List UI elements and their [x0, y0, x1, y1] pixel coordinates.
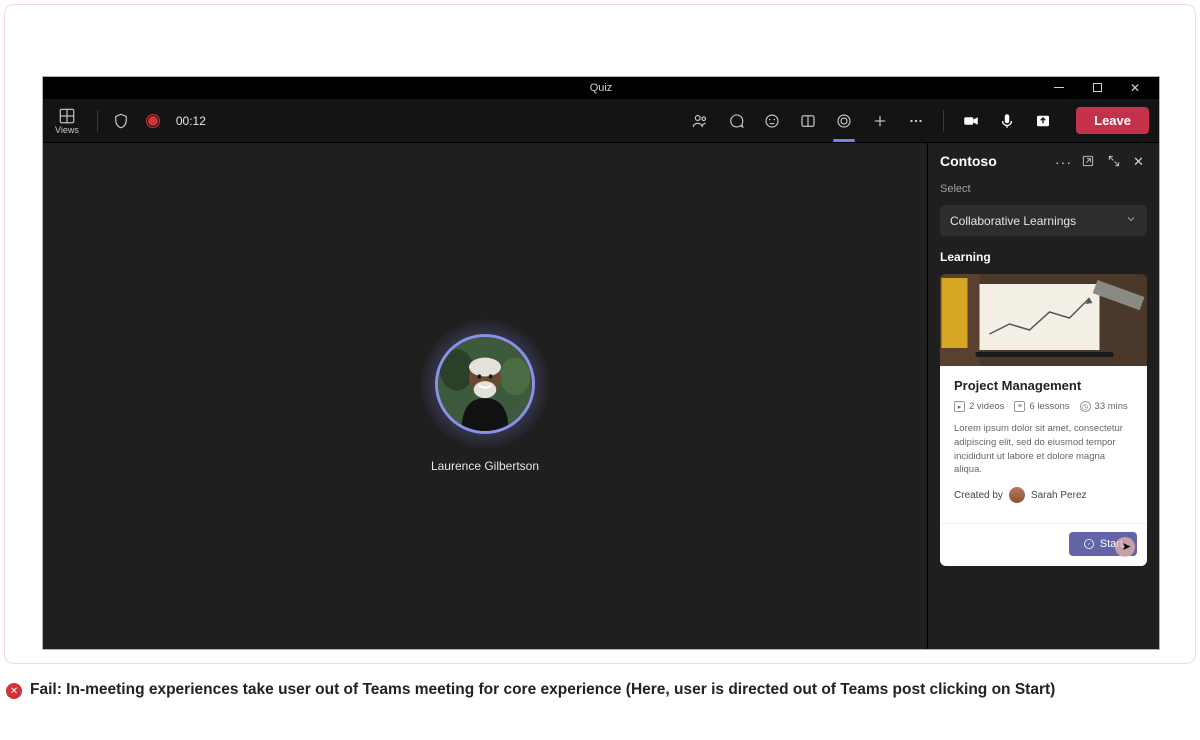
meeting-toolbar: Views 00:12	[43, 99, 1159, 143]
maximize-icon[interactable]	[1083, 81, 1111, 95]
card-description: Lorem ipsum dolor sit amet, consectetur …	[954, 422, 1133, 477]
main-area: Laurence Gilbertson Contoso ··· ✕ Select	[43, 143, 1159, 649]
creator-row: Created by Sarah Perez	[954, 487, 1133, 513]
panel-more-icon[interactable]: ···	[1055, 154, 1069, 168]
avatar	[435, 334, 535, 434]
clock-icon: ◷	[1080, 401, 1091, 412]
lessons-meta: 6 lessons	[1029, 401, 1069, 412]
chevron-down-icon	[1125, 213, 1137, 228]
select-label: Select	[940, 183, 1147, 195]
more-icon[interactable]	[907, 112, 925, 130]
card-footer: Start ➤	[940, 523, 1147, 566]
side-panel: Contoso ··· ✕ Select Collaborative Learn…	[927, 143, 1159, 649]
record-icon[interactable]	[144, 112, 162, 130]
compass-icon	[1083, 538, 1095, 550]
section-title: Learning	[940, 250, 1147, 264]
meeting-timer: 00:12	[176, 114, 206, 128]
divider	[943, 110, 944, 132]
panel-title: Contoso	[940, 153, 997, 169]
popout-icon[interactable]	[1081, 154, 1095, 168]
shield-icon[interactable]	[112, 112, 130, 130]
avatar-glow	[420, 319, 550, 449]
camera-icon[interactable]	[962, 112, 980, 130]
expand-icon[interactable]	[1107, 154, 1121, 168]
card-meta: ▸ 2 videos ≡ 6 lessons ◷ 33 mins	[954, 401, 1133, 412]
cursor-icon: ➤	[1122, 540, 1131, 553]
screenshot-frame: Quiz ✕ Views 00:12	[4, 4, 1196, 664]
start-button[interactable]: Start ➤	[1069, 532, 1137, 556]
participant-name: Laurence Gilbertson	[431, 459, 539, 473]
caption-text: Fail: In-meeting experiences take user o…	[30, 680, 1055, 701]
select-dropdown[interactable]: Collaborative Learnings	[940, 205, 1147, 236]
select-value: Collaborative Learnings	[950, 214, 1076, 228]
card-title: Project Management	[954, 378, 1133, 393]
views-label: Views	[55, 125, 79, 135]
apps-icon[interactable]	[835, 112, 853, 130]
close-icon[interactable]: ✕	[1121, 81, 1149, 95]
panel-close-icon[interactable]: ✕	[1133, 154, 1147, 168]
views-button[interactable]: Views	[51, 105, 83, 137]
window-title: Quiz	[43, 82, 1159, 94]
lessons-icon: ≡	[1014, 401, 1025, 412]
participant-tile: Laurence Gilbertson	[420, 319, 550, 473]
caption-row: ✕ Fail: In-meeting experiences take user…	[0, 668, 1200, 705]
learning-card: Project Management ▸ 2 videos ≡ 6 lessons …	[940, 274, 1147, 566]
share-icon[interactable]	[1034, 112, 1052, 130]
divider	[97, 110, 98, 132]
titlebar: Quiz ✕	[43, 77, 1159, 99]
add-icon[interactable]	[871, 112, 889, 130]
teams-window: Quiz ✕ Views 00:12	[43, 77, 1159, 649]
chat-icon[interactable]	[727, 112, 745, 130]
mic-icon[interactable]	[998, 112, 1016, 130]
creator-name: Sarah Perez	[1031, 490, 1087, 501]
fail-badge-icon: ✕	[6, 683, 22, 699]
video-icon: ▸	[954, 401, 965, 412]
leave-button[interactable]: Leave	[1076, 107, 1149, 134]
reactions-icon[interactable]	[763, 112, 781, 130]
card-image	[940, 274, 1147, 366]
duration-meta: 33 mins	[1095, 401, 1128, 412]
panel-header: Contoso ··· ✕	[928, 143, 1159, 179]
creator-avatar	[1009, 487, 1025, 503]
created-by-label: Created by	[954, 490, 1003, 501]
people-icon[interactable]	[691, 112, 709, 130]
minimize-icon[interactable]	[1045, 81, 1073, 95]
videos-meta: 2 videos	[969, 401, 1004, 412]
grid-icon	[58, 107, 76, 125]
rooms-icon[interactable]	[799, 112, 817, 130]
video-stage: Laurence Gilbertson	[43, 143, 927, 649]
